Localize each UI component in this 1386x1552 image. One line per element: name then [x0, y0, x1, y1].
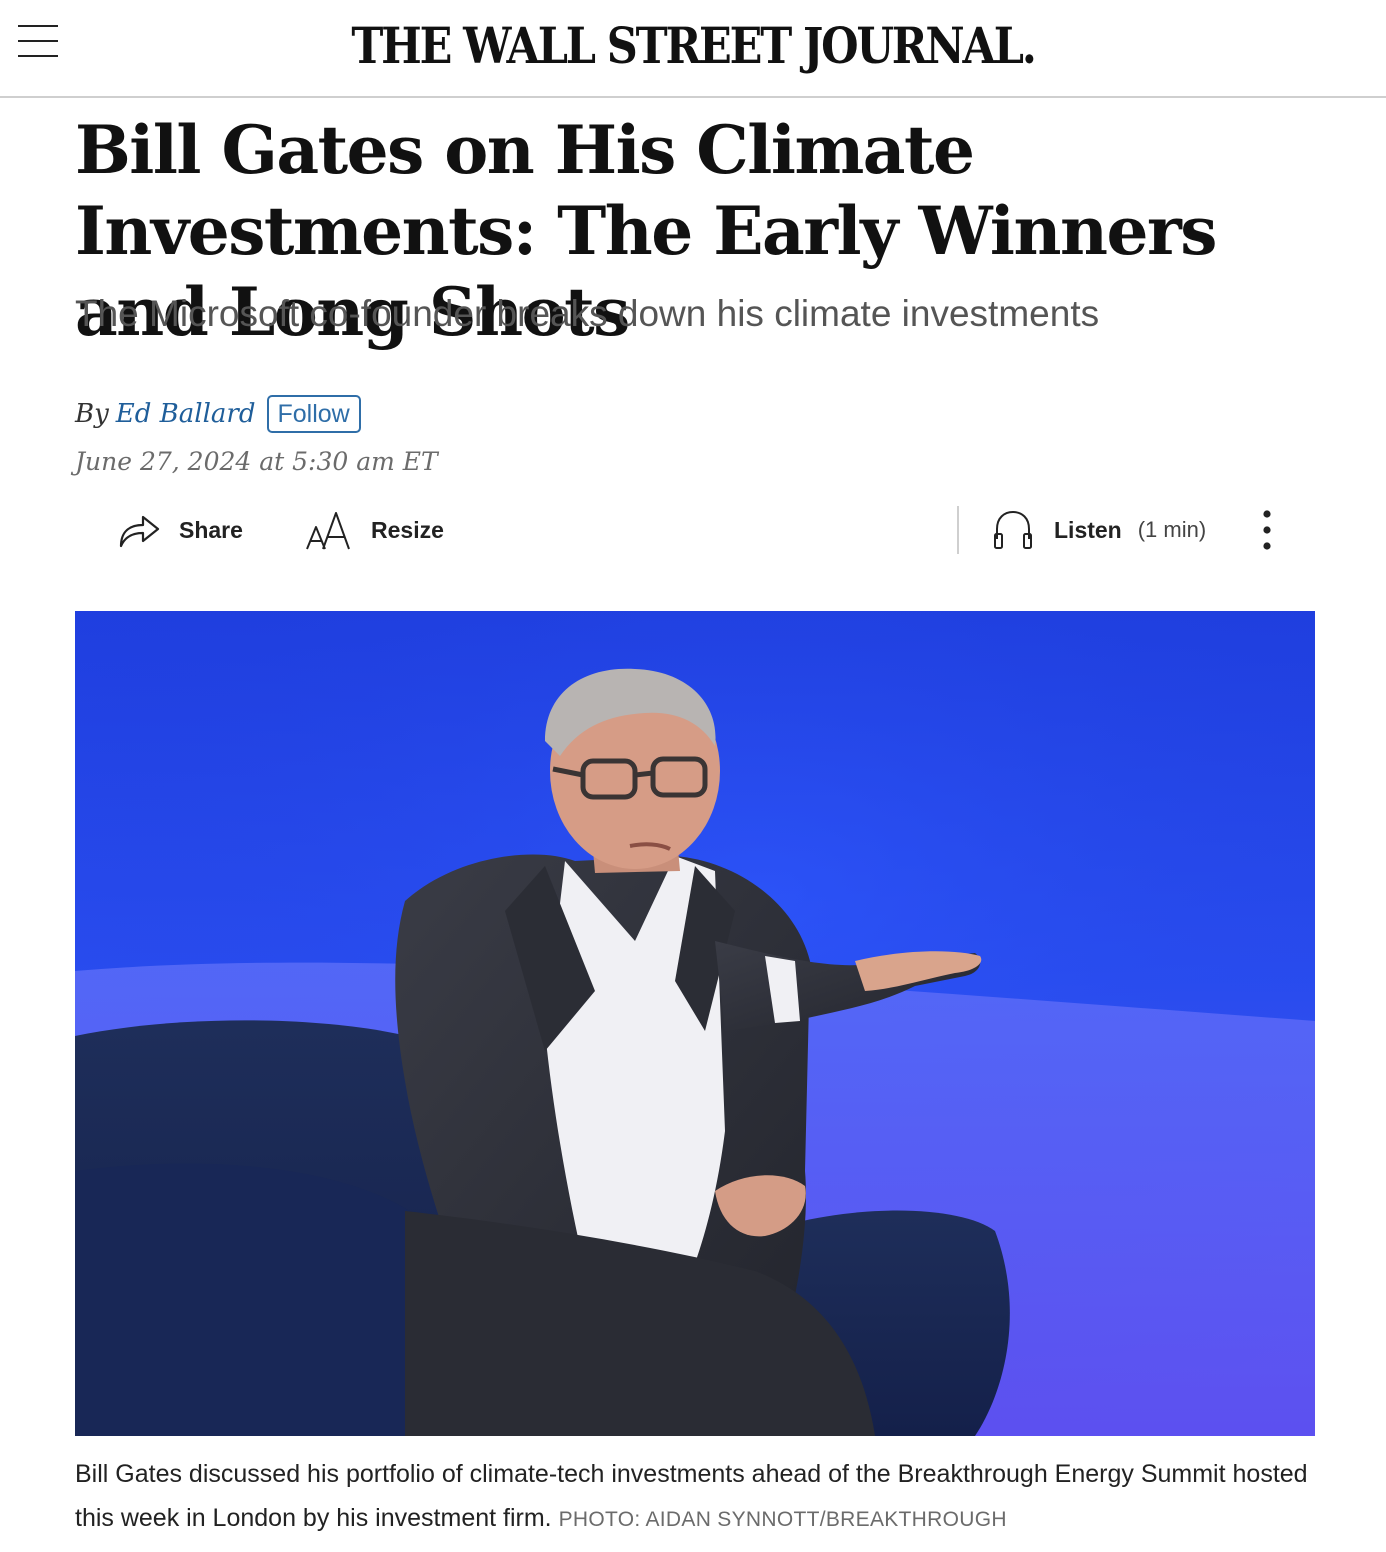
resize-button[interactable]: Resize [305, 508, 444, 552]
article-dek: The Microsoft co-founder breaks down his… [75, 293, 1100, 334]
toolbar-divider [957, 506, 959, 554]
article-photo[interactable] [75, 611, 1315, 1436]
author-link[interactable]: Ed Ballard [116, 399, 256, 429]
menu-icon[interactable] [18, 23, 58, 59]
photo-credit: PHOTO: AIDAN SYNNOTT/BREAKTHROUGH [558, 1508, 1007, 1531]
share-label: Share [179, 516, 243, 543]
more-options-button[interactable] [1252, 508, 1282, 552]
article-toolbar: Share Resize Listen (1 min) [0, 500, 1386, 560]
byline: By Ed Ballard Follow [75, 394, 361, 434]
follow-button[interactable]: Follow [266, 395, 361, 433]
more-icon [1262, 509, 1272, 551]
share-button[interactable]: Share [117, 508, 243, 552]
share-icon [117, 510, 161, 550]
listen-button[interactable]: Listen (1 min) [992, 508, 1206, 552]
headphones-icon [992, 509, 1034, 551]
listen-duration: (1 min) [1137, 517, 1207, 542]
listen-label: Listen [1054, 516, 1122, 543]
resize-label: Resize [371, 516, 444, 543]
masthead-logo[interactable]: THE WALL STREET JOURNAL. [97, 12, 1289, 80]
byline-prefix: By [75, 399, 109, 429]
photo-caption: Bill Gates discussed his portfolio of cl… [75, 1452, 1325, 1542]
publish-date: June 27, 2024 at 5:30 am ET [75, 447, 438, 476]
photo-illustration [75, 611, 1315, 1436]
resize-icon [305, 509, 351, 551]
site-header: THE WALL STREET JOURNAL. [0, 0, 1386, 98]
